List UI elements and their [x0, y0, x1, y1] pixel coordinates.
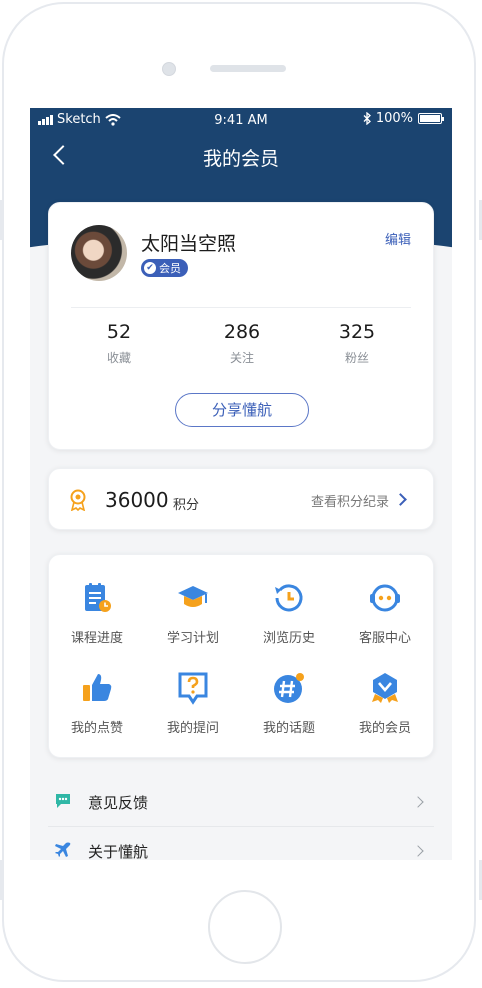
list-item-about[interactable]: 关于懂航 — [48, 827, 434, 860]
home-button[interactable] — [208, 890, 282, 964]
menu-item-topics[interactable]: 我的话题 — [241, 671, 337, 751]
menu-label: 客服中心 — [358, 631, 411, 646]
battery-percent: 100% — [375, 111, 413, 126]
menu-grid: 课程进度 学习计划 浏览历史 客服中心 我的点赞 我的提问 我的话题 我的会员 — [48, 554, 434, 758]
status-right: 100% — [363, 111, 444, 126]
battery-icon — [418, 113, 444, 124]
menu-item-customer-service[interactable]: 客服中心 — [337, 581, 433, 661]
points-history-link[interactable]: 查看积分纪录 — [311, 491, 389, 510]
side-button — [0, 860, 3, 900]
menu-item-membership[interactable]: 我的会员 — [337, 671, 433, 751]
points-unit: 积分 — [173, 498, 200, 513]
divider — [71, 307, 411, 308]
study-plan-icon — [178, 586, 208, 607]
page-title: 我的会员 — [202, 148, 279, 170]
stat-followers[interactable]: 325 粉丝 — [307, 321, 407, 366]
menu-label: 课程进度 — [70, 631, 123, 646]
front-camera — [162, 62, 176, 76]
member-icon — [372, 673, 398, 703]
airplane-icon — [55, 842, 71, 857]
feedback-icon — [56, 794, 70, 808]
menu-item-likes[interactable]: 我的点赞 — [49, 671, 145, 751]
thumbs-up-icon — [83, 674, 112, 701]
points-value: 36000 — [105, 488, 169, 512]
stat-following[interactable]: 286 关注 — [192, 321, 292, 366]
earpiece-speaker — [210, 65, 286, 72]
app-screen: Sketch 9:41 AM 100% 我的会员 太阳当空照 ✔ 会员 编辑 5… — [30, 108, 452, 860]
menu-label: 我的话题 — [262, 721, 315, 736]
stat-value: 286 — [223, 321, 261, 343]
vip-icon: ✔ — [144, 262, 156, 274]
history-icon — [275, 584, 303, 612]
stat-value: 52 — [106, 321, 132, 343]
share-button[interactable]: 分享懂航 — [175, 393, 309, 427]
settings-list: 意见反馈 关于懂航 — [48, 778, 434, 860]
side-button — [0, 200, 3, 240]
menu-item-course-progress[interactable]: 课程进度 — [49, 581, 145, 661]
member-badge: ✔ 会员 — [141, 259, 188, 277]
chevron-right-icon — [412, 796, 424, 808]
menu-label: 学习计划 — [166, 631, 219, 646]
member-badge-label: 会员 — [159, 262, 181, 275]
menu-label: 我的会员 — [358, 721, 411, 736]
points-card[interactable]: 36000 积分 查看积分纪录 — [48, 468, 434, 530]
edit-link[interactable]: 编辑 — [385, 229, 411, 248]
stat-label: 关注 — [229, 351, 254, 365]
chevron-right-icon — [394, 493, 407, 506]
list-label: 关于懂航 — [88, 843, 149, 860]
menu-item-questions[interactable]: 我的提问 — [145, 671, 241, 751]
menu-label: 浏览历史 — [262, 631, 315, 646]
menu-item-history[interactable]: 浏览历史 — [241, 581, 337, 661]
menu-label: 我的提问 — [166, 721, 219, 736]
stat-label: 粉丝 — [344, 351, 369, 365]
list-label: 意见反馈 — [88, 794, 149, 812]
status-bar: Sketch 9:41 AM 100% — [30, 108, 452, 130]
profile-card: 太阳当空照 ✔ 会员 编辑 52 收藏 286 关注 325 粉丝 分享懂航 — [48, 202, 434, 450]
stat-favorites[interactable]: 52 收藏 — [69, 321, 169, 366]
list-item-feedback[interactable]: 意见反馈 — [48, 778, 434, 827]
course-progress-icon — [85, 583, 111, 612]
menu-label: 我的点赞 — [70, 721, 123, 736]
menu-item-study-plan[interactable]: 学习计划 — [145, 581, 241, 661]
chevron-right-icon — [412, 845, 424, 857]
avatar[interactable] — [71, 225, 127, 281]
question-icon — [178, 672, 208, 705]
stat-value: 325 — [338, 321, 376, 343]
user-name: 太阳当空照 — [141, 233, 237, 255]
nav-bar: 我的会员 — [30, 138, 452, 178]
customer-service-icon — [370, 584, 400, 612]
stat-label: 收藏 — [106, 351, 131, 365]
medal-icon — [70, 489, 86, 511]
bluetooth-icon — [363, 112, 371, 125]
topic-icon — [274, 673, 304, 703]
